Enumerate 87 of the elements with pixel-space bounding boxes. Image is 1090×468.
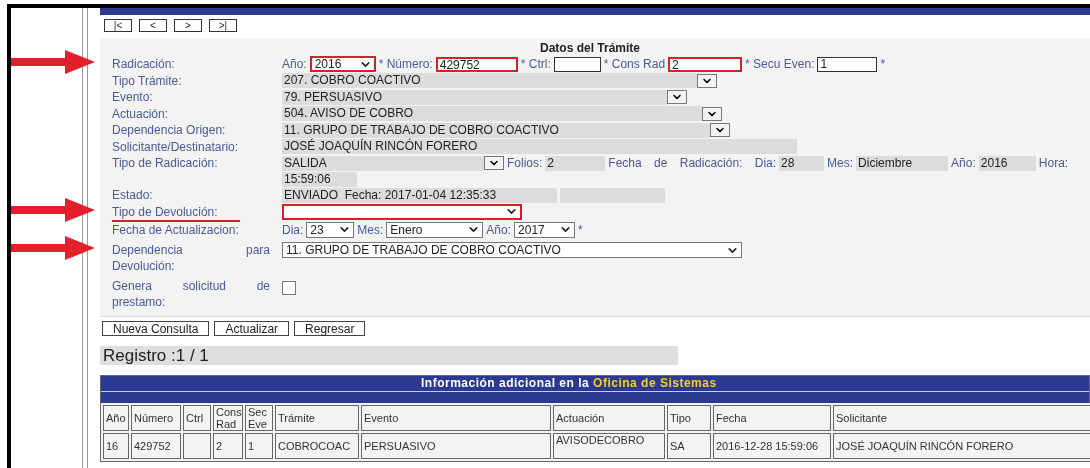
field-label: Genera solicitud de prestamo: [112,278,270,310]
column-header: Evento [361,405,551,431]
action-button[interactable]: Regresar [294,321,366,336]
checkbox[interactable] [282,281,296,295]
field-label: Hora: [1038,155,1069,171]
field-label: * Secu Even: [745,56,815,72]
form-title: Datos del Trámite [539,40,642,56]
dropdown-button[interactable] [697,73,717,88]
table-cell: AVISODECOBRO [553,433,665,459]
select-field[interactable]: 2017 [514,221,576,238]
input-field[interactable]: 1 [817,56,878,72]
column-header: Solicitante [833,405,1090,431]
table-cell: PERSUASIVO [361,433,551,459]
field-label: Fecha de Radicación: Dia: [608,155,777,171]
nav-button[interactable]: < [139,19,167,32]
readonly-field: 15:59:06 [282,172,357,187]
readonly-field: ENVIADO Fecha: 2017-01-04 12:35:33 [282,187,557,203]
column-header: Año [103,405,129,431]
readonly-field: 2016 [978,155,1036,171]
column-header: Actuación [553,405,665,431]
input-field[interactable]: 429752 [435,56,518,72]
table-cell: SA [667,433,711,459]
field-label: Mes: [827,155,854,171]
record-counter: Registro :1 / 1 [100,346,678,365]
field-label: Año: [282,56,307,72]
readonly-field: 2 [545,155,606,171]
column-header: Trámite [275,405,359,431]
field-label: * [880,56,886,72]
table-cell: 1 [245,433,273,459]
input-field[interactable]: 2 [668,56,743,72]
table-title: Información adicional en la Oficina de Sistemas [101,376,1089,392]
field-label: Folios: [507,155,543,171]
table-cell: COBROCOAC [275,433,359,459]
field-label: Mes: [357,221,384,238]
select-field[interactable]: 11. GRUPO DE TRABAJO DE COBRO COACTIVO [282,242,742,258]
input-field[interactable] [553,56,601,72]
field-label: Actuación: [112,105,170,122]
readonly-field: SALIDA [282,155,484,171]
field-label: Evento: [112,89,154,105]
field-label: Fecha de Actualizacion: [112,221,240,238]
column-header: Ctrl [183,405,211,431]
table-cell: 2016-12-28 15:59:06 [713,433,831,459]
action-button[interactable]: Nueva Consulta [102,321,210,336]
dropdown-button[interactable] [484,156,504,170]
readonly-field: Diciembre [856,155,949,171]
field-label: Radicación: [112,56,176,72]
readonly-field: 11. GRUPO DE TRABAJO DE COBRO COACTIVO [282,122,710,138]
readonly-field: 504. AVISO DE COBRO [282,106,702,121]
dropdown-button[interactable] [710,123,730,137]
column-header: Cons Rad [213,405,243,431]
table-cell: 16 [103,433,129,459]
column-header: Fecha [713,405,831,431]
table-cell: 2 [213,433,243,459]
column-header: Número [131,405,181,431]
column-header: Tipo [667,405,711,431]
select-field[interactable]: 23 [306,221,355,238]
field-label: Tipo Trámite: [112,72,183,89]
field-label: * [578,221,583,238]
field-label: Tipo de Radicación: [112,155,219,171]
field-label: * Número: [378,56,433,72]
select-field[interactable] [282,203,522,220]
table-cell: JOSÉ JOAQUÍN RINCÓN FORERO [833,433,1090,459]
field-label: * Ctrl: [520,56,551,72]
field-label: Dependencia para Devolución: [112,242,270,274]
action-button[interactable]: Actualizar [214,321,290,336]
readonly-field: 28 [779,155,825,171]
table-cell [183,433,211,459]
nav-button[interactable]: > [174,19,202,32]
column-header: Sec Eve [245,405,273,431]
select-field[interactable]: Enero [386,221,484,238]
nav-button[interactable]: >| [209,19,237,32]
field-label: Tipo de Devolución: [112,203,240,222]
table-cell: 429752 [131,433,181,459]
readonly-field: JOSÉ JOAQUÍN RINCÓN FORERO [282,139,797,154]
select-field[interactable]: 2016 [309,56,376,72]
field-label: Estado: [112,187,154,203]
field-label: Dependencia Origen: [112,122,227,138]
nav-button[interactable]: |< [104,19,132,32]
field-label: Año: [951,155,976,171]
field-label: Año: [486,221,512,238]
field-label: * Cons Rad [603,56,666,72]
readonly-field: 207. COBRO COACTIVO [282,73,697,88]
field-label: Dia: [282,221,304,238]
readonly-field: 79. PERSUASIVO [282,89,667,105]
dropdown-button[interactable] [667,90,687,104]
dropdown-button[interactable] [702,106,722,121]
field-label: Solicitante/Destinatario: [112,138,240,155]
